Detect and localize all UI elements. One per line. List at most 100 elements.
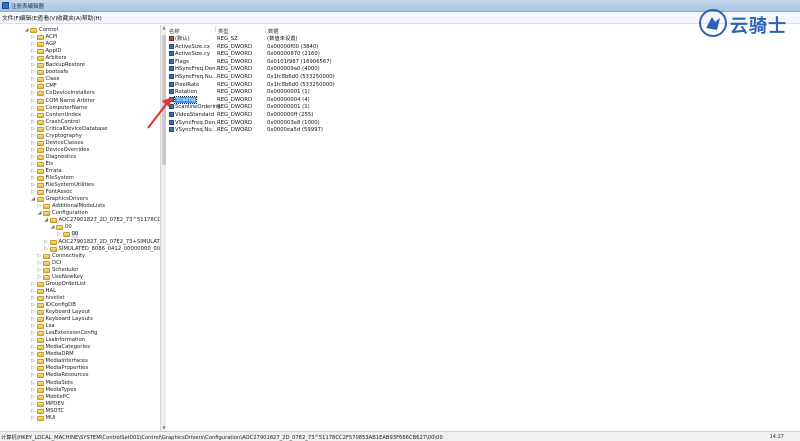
tree-item[interactable]: ▷ COM Name Arbiter [0,98,160,105]
tree-item[interactable]: ▷ AOC27901827_2D_07E2_73+SIMULATE [0,239,160,246]
collapsed-arrow-icon[interactable]: ▷ [31,408,36,415]
tree-item[interactable]: ▷ BackupRestore [0,62,160,69]
tree-item[interactable]: ▷ FileSystemUtilities [0,182,160,189]
tree-item[interactable]: ▷ SIMULATED_8086_0412_00000000_00C [0,246,160,253]
tree-item[interactable]: ▷ DeviceClasses [0,140,160,147]
tree-item[interactable]: ▷ MediaCategories [0,344,160,351]
tree-item[interactable]: ▷ MediaDRM [0,351,160,358]
tree-item[interactable]: ◢ 00 [0,224,160,231]
collapsed-arrow-icon[interactable]: ▷ [31,323,36,330]
tree-item[interactable]: ▷ CMF [0,83,160,90]
tree-item[interactable]: ▷ bootsafe [0,69,160,76]
collapsed-arrow-icon[interactable]: ▷ [37,203,42,210]
collapsed-arrow-icon[interactable]: ▷ [37,274,42,281]
collapsed-arrow-icon[interactable]: ▷ [31,147,36,154]
tree-item[interactable]: ▷ FileSystem [0,175,160,182]
column-header-data[interactable]: 数据 [268,27,279,35]
tree-item[interactable]: ▷ Lsa [0,323,160,330]
tree-item[interactable]: ▷ Keyboard Layout [0,309,160,316]
expanded-arrow-icon[interactable]: ◢ [31,196,36,203]
collapsed-arrow-icon[interactable]: ▷ [31,372,36,379]
tree-item[interactable]: ▷ Diagnostics [0,154,160,161]
collapsed-arrow-icon[interactable]: ▷ [31,358,36,365]
collapsed-arrow-icon[interactable]: ▷ [31,34,36,41]
menu-view[interactable]: 查看(V) [38,14,57,22]
tree-item[interactable]: ▷ FontAssoc [0,189,160,196]
collapsed-arrow-icon[interactable]: ▷ [31,133,36,140]
menu-edit[interactable]: 编辑(E) [20,14,39,22]
tree-item[interactable]: ▷ CrashControl [0,119,160,126]
collapsed-arrow-icon[interactable]: ▷ [31,401,36,408]
menu-file[interactable]: 文件(F) [2,14,21,22]
collapsed-arrow-icon[interactable]: ▷ [31,415,36,422]
value-row[interactable]: VSyncFreq.Nu... REG_DWORD 0x0000ea5d (5999… [167,126,427,134]
expanded-arrow-icon[interactable]: ◢ [24,27,29,34]
column-separator[interactable] [215,26,216,33]
tree-item[interactable]: ▷ Cryptography [0,133,160,140]
collapsed-arrow-icon[interactable]: ▷ [31,182,36,189]
column-header-type[interactable]: 类型 [218,27,229,35]
tree-item[interactable]: ▷ Keyboard Layouts [0,316,160,323]
tree-item[interactable]: ▷ CriticalDeviceDatabase [0,126,160,133]
collapsed-arrow-icon[interactable]: ▷ [31,316,36,323]
tree-item[interactable]: ▷ MediaTypes [0,387,160,394]
tree-item[interactable]: ▷ AdditionalModeLists [0,203,160,210]
tree-item[interactable]: ▷ CoDeviceInstallers [0,90,160,97]
collapsed-arrow-icon[interactable]: ▷ [31,344,36,351]
collapsed-arrow-icon[interactable]: ▷ [31,126,36,133]
tree-item[interactable]: ▷ Scheduler [0,267,160,274]
collapsed-arrow-icon[interactable]: ▷ [31,48,36,55]
collapsed-arrow-icon[interactable]: ▷ [37,253,42,260]
collapsed-arrow-icon[interactable]: ▷ [31,76,36,83]
collapsed-arrow-icon[interactable]: ▷ [31,154,36,161]
collapsed-arrow-icon[interactable]: ▷ [31,387,36,394]
tree-item[interactable]: ◢ GraphicsDrivers [0,196,160,203]
column-separator[interactable] [265,26,266,33]
collapsed-arrow-icon[interactable]: ▷ [37,267,42,274]
collapsed-arrow-icon[interactable]: ▷ [31,337,36,344]
collapsed-arrow-icon[interactable]: ▷ [37,260,42,267]
tree-item[interactable]: ▷ MSDTC [0,408,160,415]
collapsed-arrow-icon[interactable]: ▷ [31,394,36,401]
collapsed-arrow-icon[interactable]: ▷ [31,105,36,112]
menu-help[interactable]: 帮助(H) [82,14,102,22]
tree-item[interactable]: ▷ MediaSets [0,380,160,387]
collapsed-arrow-icon[interactable]: ▷ [31,140,36,147]
tree-item[interactable]: ▷ MobilePC [0,394,160,401]
tree-scrollbar[interactable]: ▲ ▼ [160,25,166,431]
collapsed-arrow-icon[interactable]: ▷ [31,41,36,48]
collapsed-arrow-icon[interactable]: ▷ [31,295,36,302]
tree-item[interactable]: ▷ MediaInterfaces [0,358,160,365]
tree-item[interactable]: ▷ AGP [0,41,160,48]
collapsed-arrow-icon[interactable]: ▷ [31,83,36,90]
collapsed-arrow-icon[interactable]: ▷ [31,112,36,119]
collapsed-arrow-icon[interactable]: ▷ [31,161,36,168]
collapsed-arrow-icon[interactable]: ▷ [31,175,36,182]
collapsed-arrow-icon[interactable]: ▷ [31,119,36,126]
tree-item[interactable]: ▷ UseNewKey [0,274,160,281]
column-header-name[interactable]: 名称 [169,27,180,35]
collapsed-arrow-icon[interactable]: ▷ [57,231,62,238]
scroll-thumb[interactable] [162,35,166,165]
tree-item[interactable]: ◢ Control [0,27,160,34]
tree-item[interactable]: ▷ Class [0,76,160,83]
collapsed-arrow-icon[interactable]: ▷ [31,309,36,316]
tree-item[interactable]: ▷ ContentIndex [0,112,160,119]
tree-item[interactable]: ▷ Arbiters [0,55,160,62]
collapsed-arrow-icon[interactable]: ▷ [31,69,36,76]
collapsed-arrow-icon[interactable]: ▷ [31,168,36,175]
expanded-arrow-icon[interactable]: ◢ [37,210,42,217]
tree-item[interactable]: ▷ MediaProperties [0,365,160,372]
collapsed-arrow-icon[interactable]: ▷ [31,281,36,288]
collapsed-arrow-icon[interactable]: ▷ [31,330,36,337]
tree-item[interactable]: ▷ LsaExtensionConfig [0,330,160,337]
menu-favorites[interactable]: 收藏夹(A) [57,14,82,22]
tree-item[interactable]: ▷ ACPI [0,34,160,41]
tree-item[interactable]: ▷ AppID [0,48,160,55]
collapsed-arrow-icon[interactable]: ▷ [31,351,36,358]
tree-item[interactable]: ▷ 00 [0,231,160,239]
tree-item[interactable]: ▷ MUI [0,415,160,422]
tree-item[interactable]: ▷ GroupOrderList [0,281,160,288]
collapsed-arrow-icon[interactable]: ▷ [31,62,36,69]
tree-item[interactable]: ◢ Configuration [0,210,160,217]
